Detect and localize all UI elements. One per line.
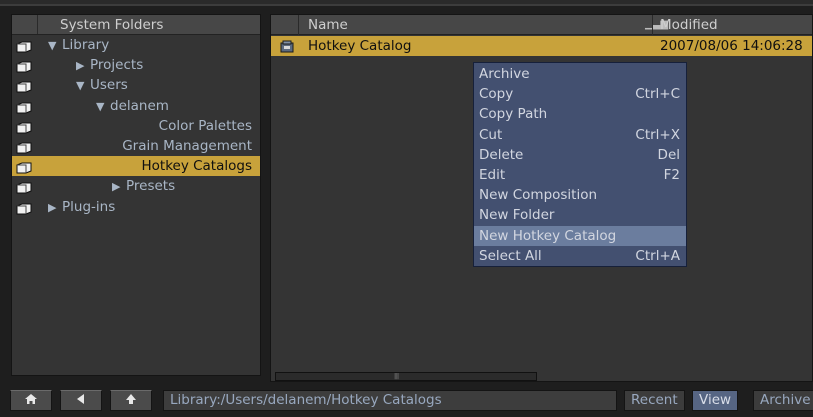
folder-tree-item[interactable]: ▶ Presets — [12, 176, 260, 196]
folder-label: Library — [62, 37, 110, 53]
folder-tree-label-wrap: ▶ Plug-ins — [48, 197, 115, 218]
archive-button[interactable]: Archive — [753, 390, 813, 411]
context-menu-item[interactable]: Select All Ctrl+A — [474, 246, 686, 266]
context-menu-item[interactable]: Cut Ctrl+X — [474, 125, 686, 145]
column-divider[interactable] — [652, 15, 653, 35]
system-folders-header: System Folders — [12, 15, 260, 35]
context-menu: Archive Copy Ctrl+C Copy Path Cut Ctrl+X Delet… — [473, 62, 687, 267]
folder-icon — [16, 79, 32, 93]
name-column-header[interactable]: Name — [308, 15, 348, 35]
context-menu-item[interactable]: New Hotkey Catalog — [474, 225, 686, 246]
folder-tree-label-wrap: ▶ Projects — [76, 55, 143, 76]
folder-label: Presets — [126, 178, 176, 195]
folder-tree-label-wrap: ▼ delanem — [96, 96, 169, 117]
folder-tree-label-wrap: ▼ Library — [48, 35, 109, 56]
folder-tree-item[interactable]: Hotkey Catalogs — [12, 156, 260, 177]
menu-item-shortcut: Ctrl+X — [635, 126, 680, 143]
modified-column-header[interactable]: Modified — [660, 15, 718, 35]
collapsed-arrow-icon[interactable]: ▶ — [76, 56, 90, 76]
menu-item-shortcut: Ctrl+A — [635, 247, 680, 264]
folder-tree-label-wrap: Grain Management — [122, 136, 252, 156]
top-divider — [0, 0, 813, 6]
back-arrow-icon — [75, 393, 87, 408]
menu-item-shortcut: Del — [657, 146, 680, 163]
menu-item-label: New Composition — [479, 187, 598, 204]
folder-label: Users — [90, 77, 128, 94]
folder-tree-item[interactable]: ▶ Plug-ins — [12, 197, 260, 217]
folder-tree-label-wrap: Color Palettes — [159, 116, 252, 136]
menu-item-shortcut: F2 — [663, 166, 680, 183]
file-modified-date: 2007/08/06 14:06:28 — [660, 38, 803, 54]
menu-item-label: Copy — [479, 86, 514, 103]
folder-tree-item[interactable]: Grain Management — [12, 136, 260, 156]
expanded-arrow-icon[interactable]: ▼ — [48, 36, 62, 56]
menu-item-label: Copy Path — [479, 106, 548, 123]
menu-item-shortcut: Ctrl+C — [635, 86, 680, 103]
expanded-arrow-icon[interactable]: ▼ — [76, 76, 90, 96]
menu-item-label: New Folder — [479, 207, 555, 224]
back-button[interactable] — [60, 390, 102, 411]
folder-icon — [16, 180, 32, 194]
folder-label: Plug-ins — [62, 198, 116, 215]
folder-icon — [16, 100, 32, 114]
folder-icon — [16, 140, 32, 154]
menu-item-label: Edit — [479, 166, 506, 183]
folder-tree-label-wrap: ▼ Users — [76, 75, 128, 96]
folder-tree: ▼ Library ▶ Projects ▼ Users ▼ delanem Color Pal… — [12, 35, 260, 217]
context-menu-item[interactable]: Archive — [474, 64, 686, 84]
recent-button[interactable]: Recent — [624, 390, 685, 411]
expanded-arrow-icon[interactable]: ▼ — [96, 97, 110, 117]
up-button[interactable] — [110, 390, 152, 411]
bottom-toolbar: Library:/Users/delanem/Hotkey Catalogs R… — [0, 386, 813, 417]
folder-icon — [16, 120, 32, 134]
folder-tree-label-wrap: Hotkey Catalogs — [141, 156, 252, 176]
context-menu-item[interactable]: Copy Ctrl+C — [474, 84, 686, 104]
folder-label: Grain Management — [122, 137, 252, 154]
folder-label: Projects — [90, 57, 144, 74]
context-menu-item[interactable]: Edit F2 — [474, 165, 686, 185]
folder-tree-item[interactable]: Color Palettes — [12, 116, 260, 136]
folder-label: Color Palettes — [158, 117, 252, 134]
collapsed-arrow-icon[interactable]: ▶ — [48, 198, 62, 218]
folder-icon — [16, 39, 32, 53]
system-folders-panel: System Folders ▼ Library ▶ Projects ▼ Users ▼ d… — [11, 14, 261, 376]
menu-item-label: Select All — [479, 247, 542, 264]
folder-icon — [16, 160, 32, 174]
folder-tree-item[interactable]: ▶ Projects — [12, 55, 260, 75]
file-list-header: Name ▁▃▆ Modified — [271, 15, 812, 35]
file-name: Hotkey Catalog — [308, 38, 412, 54]
folder-icon — [16, 201, 32, 214]
icon-column-header — [271, 15, 299, 35]
menu-item-label: Cut — [479, 126, 503, 143]
menu-item-label: Delete — [479, 146, 524, 163]
folder-icon — [16, 59, 32, 73]
context-menu-item[interactable]: Copy Path — [474, 104, 686, 124]
file-row[interactable]: Hotkey Catalog 2007/08/06 14:06:28 — [271, 36, 812, 56]
up-arrow-icon — [125, 393, 137, 408]
collapsed-arrow-icon[interactable]: ▶ — [112, 177, 126, 197]
context-menu-item[interactable]: Delete Del — [474, 145, 686, 165]
folder-label: delanem — [110, 97, 169, 114]
menu-item-label: Archive — [479, 66, 530, 82]
horizontal-scrollbar[interactable]: |||| — [275, 372, 537, 381]
folder-tree-label-wrap: ▶ Presets — [112, 176, 175, 197]
scrollbar-grip-icon[interactable]: |||| — [394, 374, 399, 380]
context-menu-item[interactable]: New Folder — [474, 205, 686, 225]
menu-item-label: New Hotkey Catalog — [479, 227, 617, 244]
home-button[interactable] — [10, 390, 52, 411]
home-icon — [24, 393, 38, 408]
context-menu-item[interactable]: New Composition — [474, 185, 686, 205]
folder-tree-item[interactable]: ▼ Library — [12, 35, 260, 55]
folder-label: Hotkey Catalogs — [141, 158, 252, 175]
path-field[interactable]: Library:/Users/delanem/Hotkey Catalogs — [163, 390, 617, 411]
header-gutter — [12, 15, 38, 34]
view-button[interactable]: View — [692, 390, 739, 411]
folder-tree-item[interactable]: ▼ Users — [12, 75, 260, 95]
hotkey-catalog-icon — [280, 39, 294, 53]
system-folders-title: System Folders — [60, 17, 164, 33]
folder-tree-item[interactable]: ▼ delanem — [12, 96, 260, 116]
